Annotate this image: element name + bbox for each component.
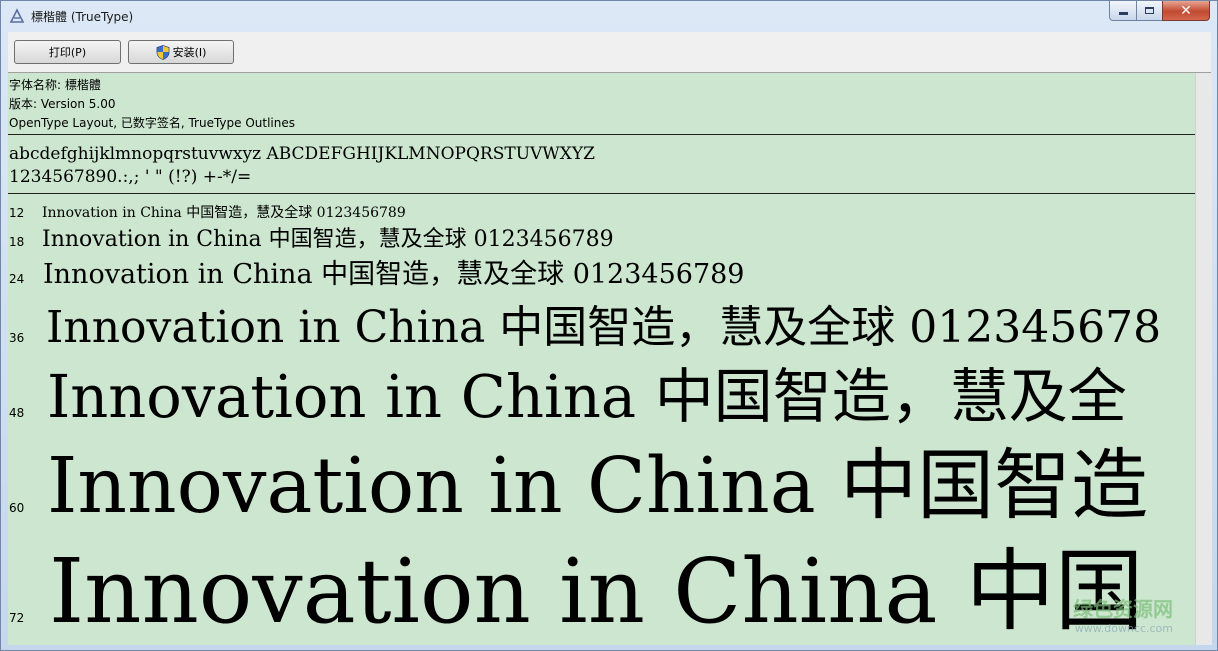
sample-row-12: 12 Innovation in China 中国智造，慧及全球 0123456… (9, 202, 406, 222)
sample-size-label: 12 (9, 206, 25, 220)
character-set-preview: abcdefghijklmnopqrstuvwxyz ABCDEFGHIJKLM… (9, 143, 595, 189)
watermark-url: www.downcc.com (1074, 622, 1173, 635)
font-viewer-icon (9, 8, 25, 23)
sample-size-label: 72 (9, 611, 25, 625)
separator (8, 193, 1195, 194)
sample-row-48: 48 Innovation in China 中国智造，慧及全 (9, 349, 1127, 434)
print-button[interactable]: 打印(P) (14, 40, 121, 64)
title-bar[interactable]: 標楷體 (TrueType) ✕ (1, 1, 1217, 31)
close-icon: ✕ (1180, 2, 1192, 19)
font-features-line: OpenType Layout, 已数字签名, TrueType Outline… (9, 116, 296, 130)
sample-size-label: 60 (9, 501, 25, 515)
uac-shield-icon (156, 44, 169, 60)
window-title: 標楷體 (TrueType) (31, 10, 134, 24)
sample-text: Innovation in China 中国智造，慧及全球 0123456789 (42, 227, 614, 252)
charset-letters: abcdefghijklmnopqrstuvwxyz ABCDEFGHIJKLM… (9, 144, 595, 164)
sample-row-72: 72 Innovation in China 中国 (9, 519, 1144, 645)
sample-size-label: 48 (9, 406, 25, 420)
minimize-button[interactable] (1109, 1, 1137, 21)
sample-text: Innovation in China 中国智造，慧及全 (47, 362, 1127, 431)
sample-row-36: 36 Innovation in China 中国智造，慧及全球 0123456… (9, 291, 1161, 355)
maximize-icon (1145, 7, 1154, 14)
sample-text: Innovation in China 中国智造，慧及全球 0123456789 (42, 205, 406, 221)
vertical-scrollbar[interactable] (1195, 73, 1212, 645)
font-version-line: 版本: Version 5.00 (9, 97, 116, 111)
sample-size-label: 18 (9, 235, 25, 249)
sample-size-label: 24 (9, 272, 25, 286)
font-name-line: 字体名称: 標楷體 (9, 78, 101, 92)
charset-digits-symbols: 1234567890.:,; ' " (!?) +-*/= (9, 167, 252, 187)
font-preview-area[interactable]: 字体名称: 標楷體 版本: Version 5.00 OpenType Layo… (8, 73, 1195, 645)
watermark-text: 绿色资源网 (1073, 597, 1173, 621)
sample-size-label: 36 (9, 331, 25, 345)
sample-row-24: 24 Innovation in China 中国智造，慧及全球 0123456… (9, 252, 745, 291)
sample-row-18: 18 Innovation in China 中国智造，慧及全球 0123456… (9, 221, 614, 253)
install-button-label: 安装(I) (172, 46, 207, 59)
font-info: 字体名称: 標楷體 版本: Version 5.00 OpenType Layo… (9, 76, 295, 133)
print-button-label: 打印(P) (48, 46, 87, 59)
toolbar: 打印(P) 安装(I) (8, 32, 1211, 73)
close-button[interactable]: ✕ (1162, 1, 1210, 21)
sample-text: Innovation in China 中国 (49, 539, 1144, 643)
separator (8, 134, 1195, 135)
font-viewer-window: 標楷體 (TrueType) ✕ 打印(P) 安装(I) 字体名称: 標楷體 版… (0, 0, 1218, 651)
watermark: 绿色资源网 www.downcc.com (1073, 593, 1173, 635)
install-button[interactable]: 安装(I) (128, 40, 234, 64)
maximize-button[interactable] (1136, 1, 1163, 21)
sample-text: Innovation in China 中国智造，慧及全球 0123456789 (43, 259, 745, 290)
minimize-icon (1118, 12, 1128, 15)
sample-text: Innovation in China 中国智造，慧及全球 012345678 (46, 302, 1162, 353)
